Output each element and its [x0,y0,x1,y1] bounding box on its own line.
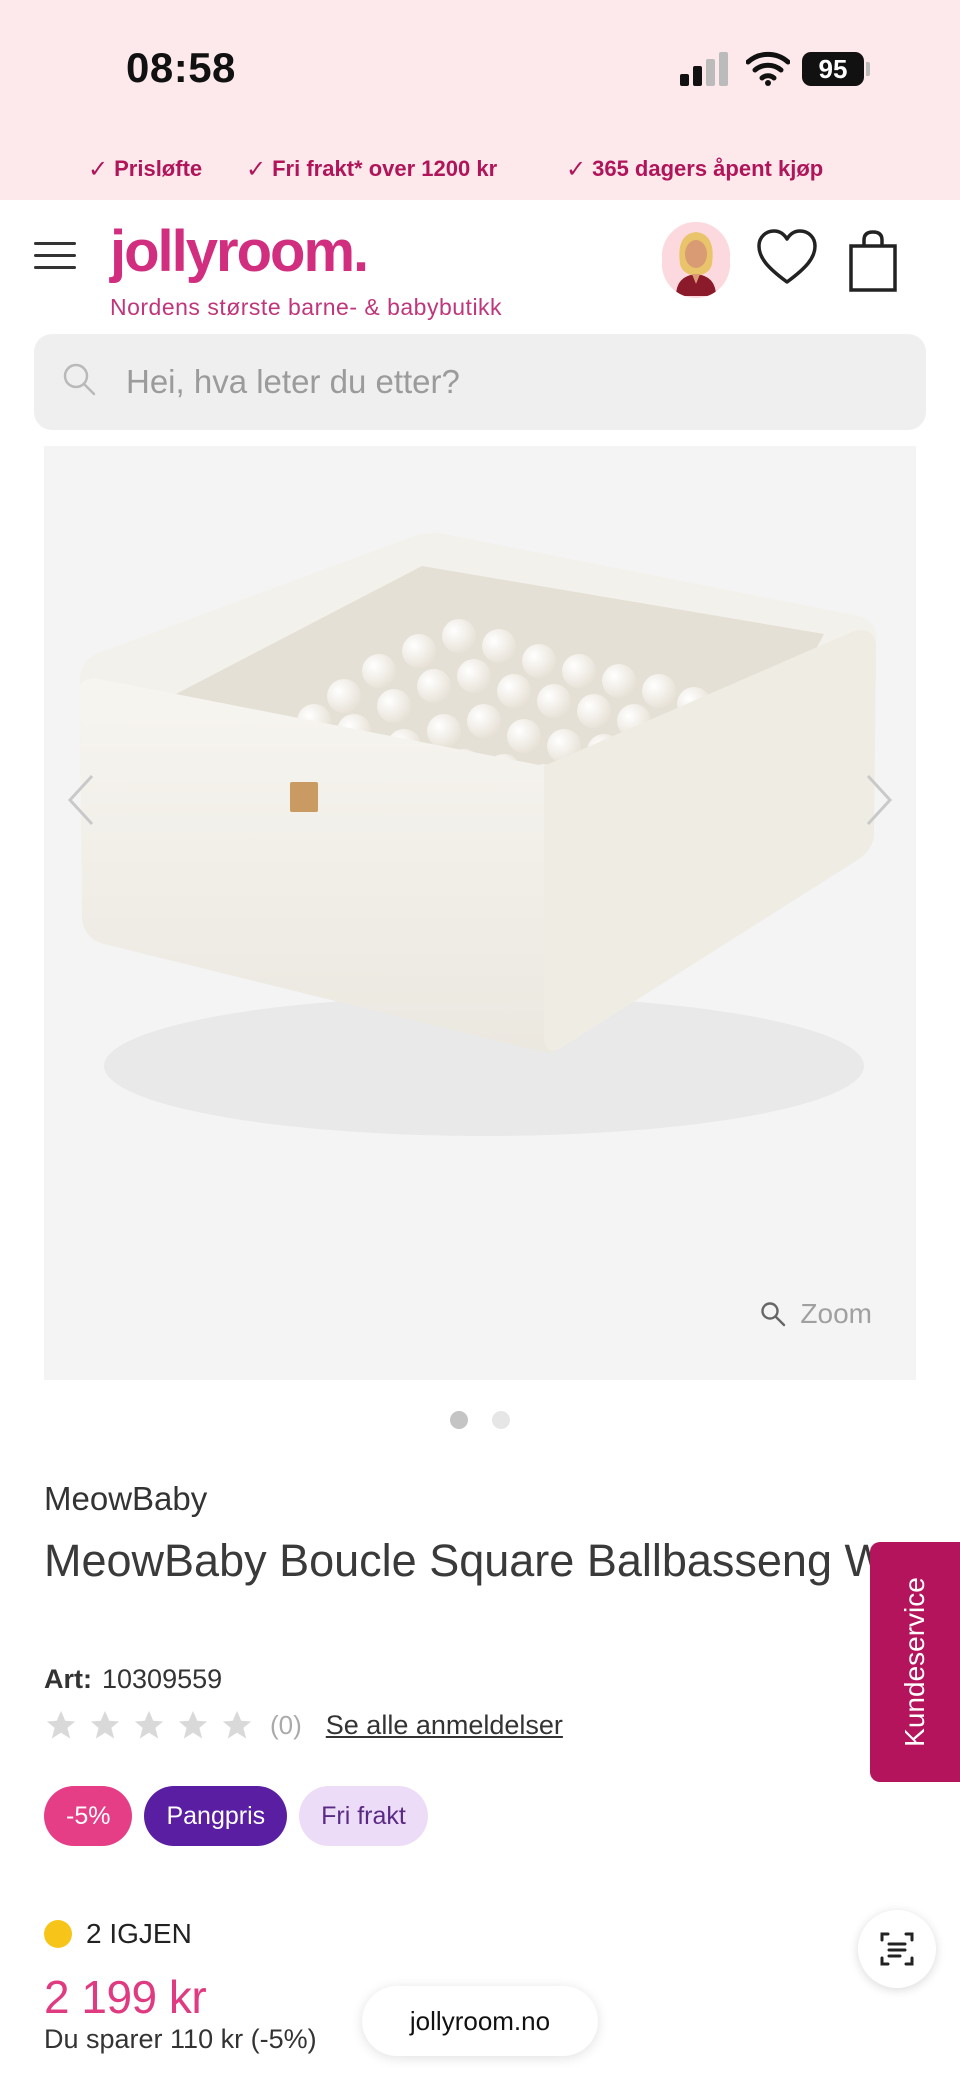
search-input[interactable] [126,334,906,430]
review-count: (0) [270,1709,302,1740]
stock-dot [44,1920,72,1948]
star-icon [222,1710,252,1739]
article-label: Art: [44,1664,92,1694]
rating: (0) Se alle anmeldelser [44,1708,563,1742]
product-price: 2 199 kr [44,1971,207,2023]
zoom-button[interactable]: Zoom [760,1298,872,1330]
brand-tag [290,782,318,812]
tagline: Nordens største barne- & babybutikk [110,294,503,320]
badges: -5% Pangpris Fri frakt [44,1786,428,1846]
stock-status: 2 IGJEN [44,1918,192,1950]
star-icon [134,1710,164,1739]
customer-service-label: Kundeservice [899,1577,930,1747]
stock-label: 2 IGJEN [86,1918,192,1949]
signal-icon [680,52,730,86]
usp-label: Fri frakt* over 1200 kr [272,156,498,181]
status-time: 08:58 [126,44,236,91]
zoom-icon [761,1302,786,1327]
search-icon [63,363,96,396]
menu-icon[interactable] [34,240,78,272]
customer-service-tab[interactable]: Kundeservice [870,1542,960,1782]
discount-badge: -5% [44,1786,133,1846]
logo[interactable]: jollyroom. [110,218,369,285]
savings-text: Du sparer 110 kr (-5%) [44,2024,317,2054]
bag-icon[interactable] [848,230,898,292]
heart-icon[interactable] [756,228,818,286]
star-icon [46,1710,76,1739]
article-value: 10309559 [102,1664,223,1694]
check-icon: ✓ [88,155,109,183]
wifi-icon [746,51,790,86]
usp-label: Prisløfte [114,156,203,181]
search-bar [34,334,926,430]
gallery-pagination [0,1411,960,1429]
pagination-dot[interactable] [450,1411,468,1429]
product-brand[interactable]: MeowBaby [44,1480,207,1518]
usp-item: ✓ Prisløfte [88,154,202,184]
product-title: MeowBaby Boucle Square Ballbasseng White… [44,1535,874,1586]
star-icon [90,1710,120,1739]
star-icon [178,1710,208,1739]
free-shipping-badge: Fri frakt [299,1786,428,1846]
avatar[interactable] [662,222,730,298]
check-icon: ✓ [246,155,267,183]
battery-indicator: 95 [802,52,864,86]
zoom-label: Zoom [800,1298,872,1329]
usp-label: 365 dagers åpent kjøp [592,156,824,181]
scan-text-icon [880,1932,914,1966]
usp-item: ✓ Fri frakt* over 1200 kr [246,154,497,184]
usp-item: ✓ 365 dagers åpent kjøp [566,154,823,184]
all-reviews-link[interactable]: Se alle anmeldelser [326,1710,563,1741]
pagination-dot[interactable] [492,1411,510,1429]
pangpris-badge: Pangpris [144,1786,288,1846]
browser-url-bar[interactable]: jollyroom.no [362,1986,598,2056]
product-gallery[interactable]: Zoom [44,446,916,1380]
battery-tip [866,62,870,76]
avatar-illustration [662,222,730,298]
chevron-left-icon[interactable] [66,774,96,826]
article-number: Art: 10309559 [44,1664,222,1695]
chevron-right-icon[interactable] [864,774,894,826]
scan-text-button[interactable] [858,1910,936,1988]
product-image [78,533,877,1136]
check-icon: ✓ [566,155,587,183]
